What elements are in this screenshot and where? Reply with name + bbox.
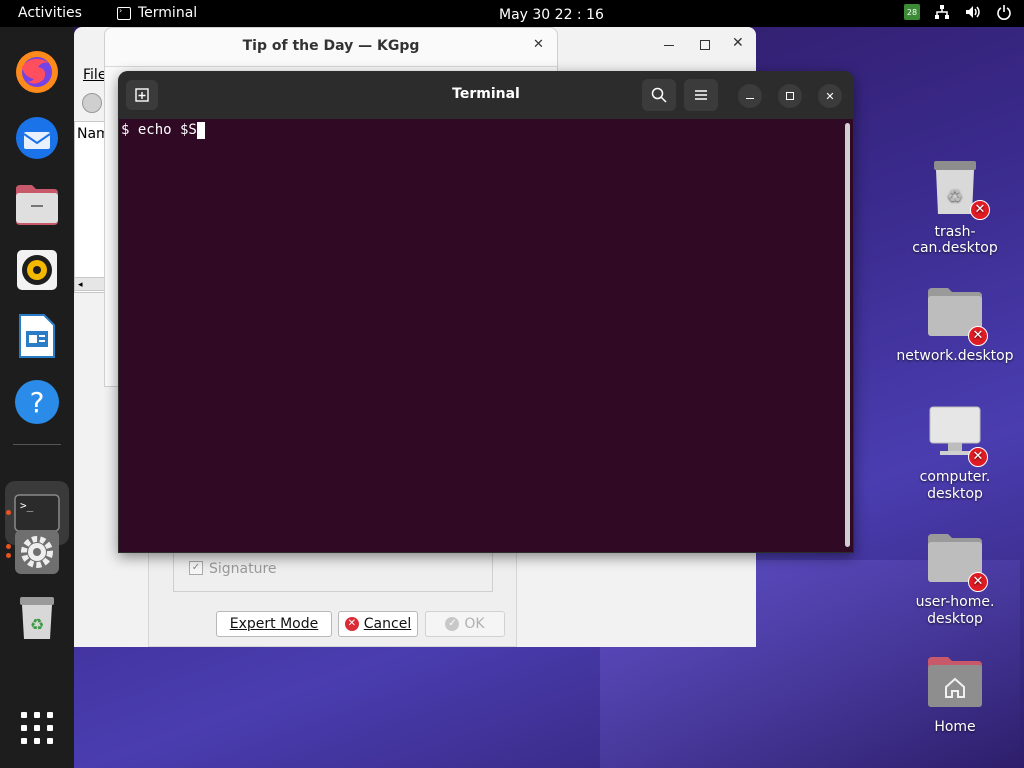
system-tray[interactable]: 28 <box>904 4 1012 20</box>
kgpg-dialog[interactable]: ✓ Signature Expert Mode ✕ Cancel ✓ OK <box>148 540 517 647</box>
trash-can-icon: ♻ ✕ <box>926 160 990 220</box>
desktop-icon-home[interactable]: Home <box>895 655 1015 735</box>
expert-mode-label: Expert Mode <box>229 616 319 632</box>
dock-running-indicator <box>6 544 11 549</box>
broken-link-badge: ✕ <box>968 572 988 592</box>
close-icon: ✕ <box>825 89 835 103</box>
svg-text:?: ? <box>30 386 45 419</box>
settings-icon <box>15 530 59 574</box>
dock-writer[interactable] <box>13 312 61 360</box>
menu-button[interactable] <box>684 79 718 111</box>
app-menu[interactable]: › Terminal <box>117 5 197 21</box>
horizontal-scrollbar[interactable]: ◂ <box>74 277 106 291</box>
power-icon[interactable] <box>996 4 1012 20</box>
dock-separator <box>13 444 61 445</box>
key-list[interactable]: Nam <box>74 121 110 293</box>
terminal-output[interactable]: $ echo $S <box>119 119 853 552</box>
dock-help[interactable]: ? <box>13 378 61 426</box>
desktop-icon-trash-can[interactable]: ♻ ✕ trash-can.desktop <box>895 160 1015 256</box>
desktop-icon-user-home[interactable]: ✕ user-home. desktop <box>895 530 1015 628</box>
signature-checkbox[interactable]: ✓ <box>189 561 203 575</box>
close-button[interactable]: ✕ <box>818 84 842 108</box>
menu-file[interactable]: File <box>83 67 106 83</box>
dock-thunderbird[interactable] <box>13 114 61 162</box>
dock-firefox[interactable] <box>13 48 61 96</box>
computer-icon: ✕ <box>926 405 988 467</box>
dock-trash[interactable]: ♻ <box>13 594 61 642</box>
dock: ? >_ ♻ <box>0 27 74 768</box>
text-cursor <box>196 121 205 139</box>
cancel-label: Cancel <box>363 616 412 632</box>
dock-running-indicator <box>6 510 11 515</box>
terminal-window[interactable]: Terminal ✕ $ echo $S <box>118 71 854 553</box>
terminal-app-icon: › <box>117 6 131 20</box>
calendar-day: 28 <box>906 8 918 17</box>
help-icon: ? <box>15 380 59 424</box>
ok-button: ✓ OK <box>425 611 505 637</box>
top-bar: Activities › Terminal May 30 22 : 16 28 <box>0 0 1024 27</box>
dock-rhythmbox[interactable] <box>13 246 61 294</box>
firefox-icon <box>16 51 58 93</box>
search-icon <box>651 87 667 103</box>
dock-show-apps[interactable] <box>13 704 61 752</box>
rhythmbox-icon <box>17 250 57 290</box>
computer-label: computer. desktop <box>919 469 991 502</box>
show-apps-icon <box>21 712 53 744</box>
home-label: Home <box>934 719 976 735</box>
volume-icon[interactable] <box>964 4 982 20</box>
network-folder-icon: ✕ <box>926 284 988 346</box>
files-icon <box>16 185 58 225</box>
tip-divider <box>105 66 557 67</box>
dock-running-indicator <box>6 553 11 558</box>
thunderbird-icon <box>16 117 58 159</box>
desktop-icon-network[interactable]: ✕ network.desktop <box>895 284 1015 364</box>
network-label: network.desktop <box>896 348 1014 364</box>
hamburger-menu-icon <box>695 90 707 100</box>
terminal-icon: >_ <box>14 494 60 532</box>
activities-button[interactable]: Activities <box>18 5 82 21</box>
dock-files[interactable] <box>13 180 61 228</box>
broken-link-badge: ✕ <box>968 447 988 467</box>
calendar-icon[interactable]: 28 <box>904 4 920 20</box>
desktop-icon-computer[interactable]: ✕ computer. desktop <box>895 405 1015 503</box>
cancel-icon: ✕ <box>344 617 359 631</box>
ok-icon: ✓ <box>445 617 460 631</box>
command-text: $ echo $S <box>121 122 197 138</box>
terminal-headerbar[interactable]: Terminal ✕ <box>118 71 854 119</box>
expert-mode-button[interactable]: Expert Mode <box>216 611 332 637</box>
svg-text:♻: ♻ <box>947 186 963 207</box>
svg-text:♻: ♻ <box>30 615 44 634</box>
minimize-icon <box>746 97 754 100</box>
maximize-icon <box>786 92 794 100</box>
search-button[interactable] <box>642 79 676 111</box>
minimize-button[interactable] <box>738 84 762 108</box>
prompt-line[interactable]: $ echo $S <box>121 121 205 139</box>
cancel-button[interactable]: ✕ Cancel <box>338 611 418 637</box>
close-icon[interactable]: ✕ <box>732 35 744 51</box>
trash-can-label: trash-can.desktop <box>912 224 998 256</box>
maximize-icon[interactable] <box>700 40 710 50</box>
broken-link-badge: ✕ <box>968 326 988 346</box>
trash-icon: ♻ <box>20 597 54 639</box>
broken-link-badge: ✕ <box>970 200 990 220</box>
dock-settings[interactable] <box>13 528 61 576</box>
user-home-folder-icon: ✕ <box>926 530 988 592</box>
home-folder-icon <box>926 655 984 713</box>
maximize-button[interactable] <box>778 84 802 108</box>
tip-title: Tip of the Day — KGpg <box>242 38 420 54</box>
toolbar-icon[interactable] <box>82 93 102 113</box>
minimize-icon[interactable] <box>664 45 674 46</box>
user-home-label: user-home. desktop <box>915 594 995 627</box>
svg-text:>_: >_ <box>20 499 34 512</box>
tip-close-icon[interactable]: ✕ <box>533 37 544 52</box>
signature-label: Signature <box>209 561 277 577</box>
ok-label: OK <box>464 616 485 632</box>
clock[interactable]: May 30 22 : 16 <box>499 7 604 23</box>
terminal-scrollbar[interactable] <box>845 123 850 547</box>
app-menu-label: Terminal <box>138 5 198 21</box>
network-icon[interactable] <box>934 4 950 20</box>
libreoffice-writer-icon <box>19 314 55 358</box>
